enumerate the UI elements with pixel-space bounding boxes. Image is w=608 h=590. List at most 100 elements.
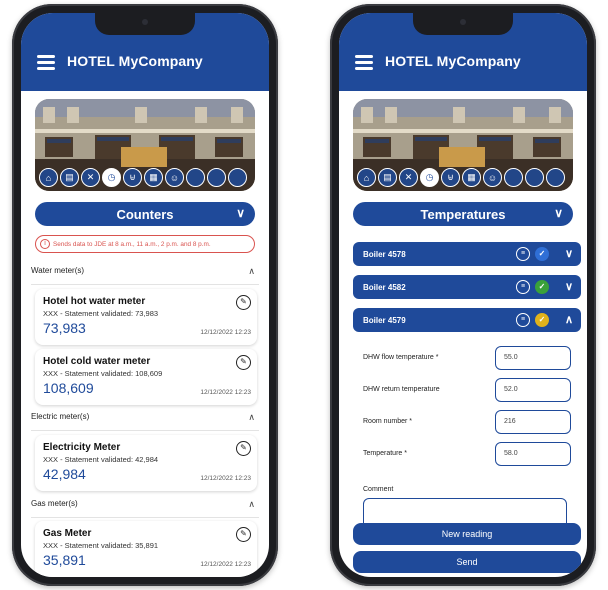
room-number-input[interactable]: 216 [495,410,571,434]
grid-tab-icon[interactable]: ▦ [462,168,481,187]
temperatures-screen: HOTEL MyCompany ⌂ ▤ ✕ ◷ ⊌ ▦ ☺ Temperatur… [339,13,587,577]
status-pending-icon: ✓ [535,313,549,327]
cart-tab-icon[interactable]: ⊌ [123,168,142,187]
edit-pencil-icon[interactable]: ✎ [236,355,251,370]
meter-date: 12/12/2022 12:23 [200,389,251,396]
boiler-row[interactable]: Boiler 4582 ≡ ✓ ∨ [353,275,581,299]
camera-dot [142,19,148,25]
tools-tab-icon[interactable]: ✕ [81,168,100,187]
counters-screen: HOTEL MyCompany ⌂ ▤ ✕ ◷ ⊌ ▦ ☺ Counters ∨… [21,13,269,577]
notch [95,13,195,35]
meter-name: Electricity Meter [43,442,121,453]
meter-card[interactable]: Hotel cold water meter XXX - Statement v… [35,349,257,405]
camera-dot [460,19,466,25]
category-tab-row: ⌂ ▤ ✕ ◷ ⊌ ▦ ☺ [357,168,565,187]
boiler-name: Boiler 4582 [363,283,406,292]
meter-value: 108,609 [43,380,94,396]
document-tab-icon[interactable]: ▤ [60,168,79,187]
field-label: DHW flow temperature * [363,354,439,361]
chevron-down-icon: ∨ [554,206,563,220]
hamburger-menu-icon[interactable] [37,55,55,70]
phone-frame-counters: HOTEL MyCompany ⌂ ▤ ✕ ◷ ⊌ ▦ ☺ Counters ∨… [12,4,278,586]
field-label: Temperature * [363,450,407,457]
database-icon: ≡ [516,247,530,261]
schedule-info-banner: i Sends data to JDE at 8 a.m., 11 a.m., … [35,235,255,253]
status-check-icon: ✓ [535,247,549,261]
empty-tab-icon[interactable] [546,168,565,187]
database-icon: ≡ [516,313,530,327]
boiler-row[interactable]: Boiler 4578 ≡ ✓ ∨ [353,242,581,266]
field-label: Room number * [363,418,413,425]
meter-card[interactable]: Electricity Meter XXX - Statement valida… [35,435,257,491]
selector-label: Temperatures [420,206,506,222]
selector-label: Counters [116,206,174,222]
meter-card[interactable]: Hotel hot water meter XXX - Statement va… [35,289,257,345]
boiler-row-expanded[interactable]: Boiler 4579 ≡ ✓ ∧ [353,308,581,332]
stage: HOTEL MyCompany ⌂ ▤ ✕ ◷ ⊌ ▦ ☺ Counters ∨… [0,0,608,590]
divider [31,284,259,285]
boiler-name: Boiler 4578 [363,250,406,259]
empty-tab-icon[interactable] [186,168,205,187]
app-title: HOTEL MyCompany [385,53,521,69]
section-title: Gas meter(s) [31,499,78,508]
field-row: DHW flow temperature * 55.0 [363,346,575,372]
counter-tab-icon[interactable]: ◷ [102,168,121,187]
meter-card[interactable]: Gas Meter XXX - Statement validated: 35,… [35,521,257,577]
meter-name: Gas Meter [43,528,92,539]
schedule-info-text: Sends data to JDE at 8 a.m., 11 a.m., 2 … [53,240,211,248]
grid-tab-icon[interactable]: ▦ [144,168,163,187]
document-tab-icon[interactable]: ▤ [378,168,397,187]
divider [31,430,259,431]
meter-date: 12/12/2022 12:23 [200,475,251,482]
edit-pencil-icon[interactable]: ✎ [236,441,251,456]
empty-tab-icon[interactable] [525,168,544,187]
status-check-icon: ✓ [535,280,549,294]
new-reading-label: New reading [441,529,493,539]
cart-tab-icon[interactable]: ⊌ [441,168,460,187]
chevron-up-icon: ∧ [248,412,255,422]
empty-tab-icon[interactable] [207,168,226,187]
person-tab-icon[interactable]: ☺ [165,168,184,187]
dhw-flow-temperature-input[interactable]: 55.0 [495,346,571,370]
chevron-down-icon: ∨ [236,206,245,220]
home-tab-icon[interactable]: ⌂ [357,168,376,187]
info-icon: i [40,239,50,249]
app-title: HOTEL MyCompany [67,53,203,69]
edit-pencil-icon[interactable]: ✎ [236,527,251,542]
counter-tab-icon[interactable]: ◷ [420,168,439,187]
tools-tab-icon[interactable]: ✕ [399,168,418,187]
meter-status: XXX - Statement validated: 108,609 [43,369,163,378]
send-button[interactable]: Send [353,551,581,573]
send-label: Send [456,557,478,567]
category-tab-row: ⌂ ▤ ✕ ◷ ⊌ ▦ ☺ [39,168,247,187]
hotel-hero-image: ⌂ ▤ ✕ ◷ ⊌ ▦ ☺ [35,99,255,191]
section-header-gas[interactable]: Gas meter(s) ∧ [31,499,259,518]
empty-tab-icon[interactable] [228,168,247,187]
dhw-return-temperature-input[interactable]: 52.0 [495,378,571,402]
meter-status: XXX - Statement validated: 35,891 [43,541,159,550]
chevron-down-icon: ∨ [564,281,573,293]
hamburger-menu-icon[interactable] [355,55,373,70]
hotel-hero-image: ⌂ ▤ ✕ ◷ ⊌ ▦ ☺ [353,99,573,191]
field-label: DHW return temperature [363,386,440,393]
meter-date: 12/12/2022 12:23 [200,561,251,568]
meter-date: 12/12/2022 12:23 [200,329,251,336]
chevron-up-icon: ∧ [248,266,255,276]
section-header-electric[interactable]: Electric meter(s) ∧ [31,412,259,431]
empty-tab-icon[interactable] [504,168,523,187]
section-selector[interactable]: Temperatures ∨ [353,202,573,226]
section-header-water[interactable]: Water meter(s) ∧ [31,266,259,285]
new-reading-button[interactable]: New reading [353,523,581,545]
section-title: Electric meter(s) [31,412,90,421]
meter-status: XXX - Statement validated: 73,983 [43,309,159,318]
field-row: Temperature * 58.0 [363,442,575,468]
home-tab-icon[interactable]: ⌂ [39,168,58,187]
section-selector[interactable]: Counters ∨ [35,202,255,226]
field-row: Room number * 216 [363,410,575,436]
section-title: Water meter(s) [31,266,85,275]
boiler-name: Boiler 4579 [363,316,406,325]
edit-pencil-icon[interactable]: ✎ [236,295,251,310]
notch [413,13,513,35]
person-tab-icon[interactable]: ☺ [483,168,502,187]
temperature-input[interactable]: 58.0 [495,442,571,466]
